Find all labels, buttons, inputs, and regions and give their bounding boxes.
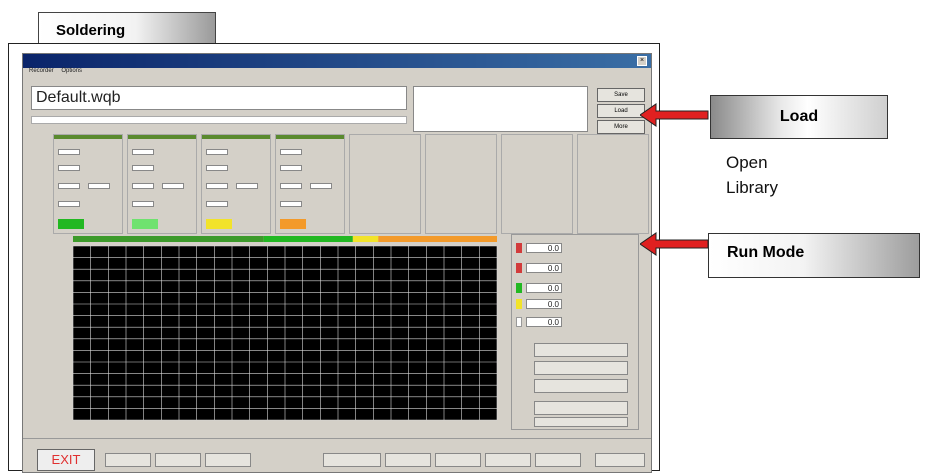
zone-field[interactable] [206,149,228,155]
side-button-5[interactable] [534,417,628,427]
temperature-plot [31,234,505,434]
zone-field[interactable] [280,149,302,155]
run-mode-panel: 0.0 0.0 0.0 0.0 0.0 [511,234,639,430]
zone-field[interactable] [132,149,154,155]
bottom-button-6[interactable] [485,453,531,467]
bottom-button-5[interactable] [435,453,481,467]
zone-header [202,135,270,139]
zone-color-swatch [280,219,306,229]
zone-field[interactable] [88,183,110,189]
side-button-red[interactable] [534,401,628,415]
zone-panel-7 [501,134,573,234]
zone-header [128,135,196,139]
zone-panel-4 [275,134,345,234]
readout-1: 0.0 [526,243,562,253]
comment-box[interactable] [413,86,588,132]
zone-field[interactable] [236,183,258,189]
readout-4: 0.0 [526,299,562,309]
run-mode-callout: Run Mode [708,233,920,278]
open-library-line: Library [726,178,778,197]
more-button[interactable]: More [597,120,645,134]
zone-field[interactable] [206,165,228,171]
bottom-status [595,453,645,467]
zone-field[interactable] [58,201,80,207]
load-callout: Load [710,95,888,139]
zone-panel-5 [349,134,421,234]
zone-header [54,135,122,139]
zone-panel-6 [425,134,497,234]
readout-3: 0.0 [526,283,562,293]
save-button[interactable]: Save [597,88,645,102]
menu-options[interactable]: Options [61,68,82,74]
side-button-3[interactable] [534,379,628,393]
window-close-icon[interactable]: × [637,56,647,66]
app-window: × Recorder Options Default.wqb Save Load… [22,53,652,473]
zone-header [276,135,344,139]
zone-field[interactable] [310,183,332,189]
load-button[interactable]: Load [597,104,645,118]
profile-filename[interactable]: Default.wqb [31,86,407,110]
bottom-button-3[interactable] [205,453,251,467]
exit-button[interactable]: EXIT [37,449,95,471]
readout-2: 0.0 [526,263,562,273]
profile-path-field [31,116,407,124]
open-library-caption: Open Library [726,150,778,200]
bottom-dropdown[interactable] [323,453,381,467]
zone-panel-3 [201,134,271,234]
open-library-line: Open [726,153,768,172]
side-button-2[interactable] [534,361,628,375]
zone-field[interactable] [280,165,302,171]
zone-field[interactable] [58,183,80,189]
zone-field[interactable] [132,165,154,171]
zone-strip-segment [352,236,379,242]
run-mode-arrow-icon [640,232,709,256]
zone-strip-segment [378,236,497,242]
zone-panel-1 [53,134,123,234]
zone-color-swatch [58,219,84,229]
side-button-1[interactable] [534,343,628,357]
zone-panel-8 [577,134,649,234]
zone-field[interactable] [132,183,154,189]
bottom-bar: EXIT [23,438,651,472]
zone-field[interactable] [206,201,228,207]
bottom-button-4[interactable] [385,453,431,467]
zone-field[interactable] [58,149,80,155]
zone-field[interactable] [132,201,154,207]
menu-bar: Recorder Options [23,68,651,78]
zone-strip-segment [73,236,264,242]
zone-field[interactable] [280,183,302,189]
status-indicator-red [516,243,522,253]
zone-field[interactable] [162,183,184,189]
zone-field[interactable] [206,183,228,189]
menu-recorder[interactable]: Recorder [29,68,54,74]
bottom-button-1[interactable] [105,453,151,467]
zone-field[interactable] [280,201,302,207]
zone-strip-segment [263,236,353,242]
zone-color-swatch [132,219,158,229]
status-indicator-white [516,317,522,327]
bottom-button-7[interactable] [535,453,581,467]
status-indicator-yellow [516,299,522,309]
readout-5: 0.0 [526,317,562,327]
status-indicator-red [516,263,522,273]
zone-field[interactable] [58,165,80,171]
window-titlebar: × [23,54,651,68]
plot-svg [72,236,498,421]
zone-panel-2 [127,134,197,234]
load-arrow-icon [640,103,709,127]
bottom-button-2[interactable] [155,453,201,467]
status-indicator-green [516,283,522,293]
zone-color-swatch [206,219,232,229]
